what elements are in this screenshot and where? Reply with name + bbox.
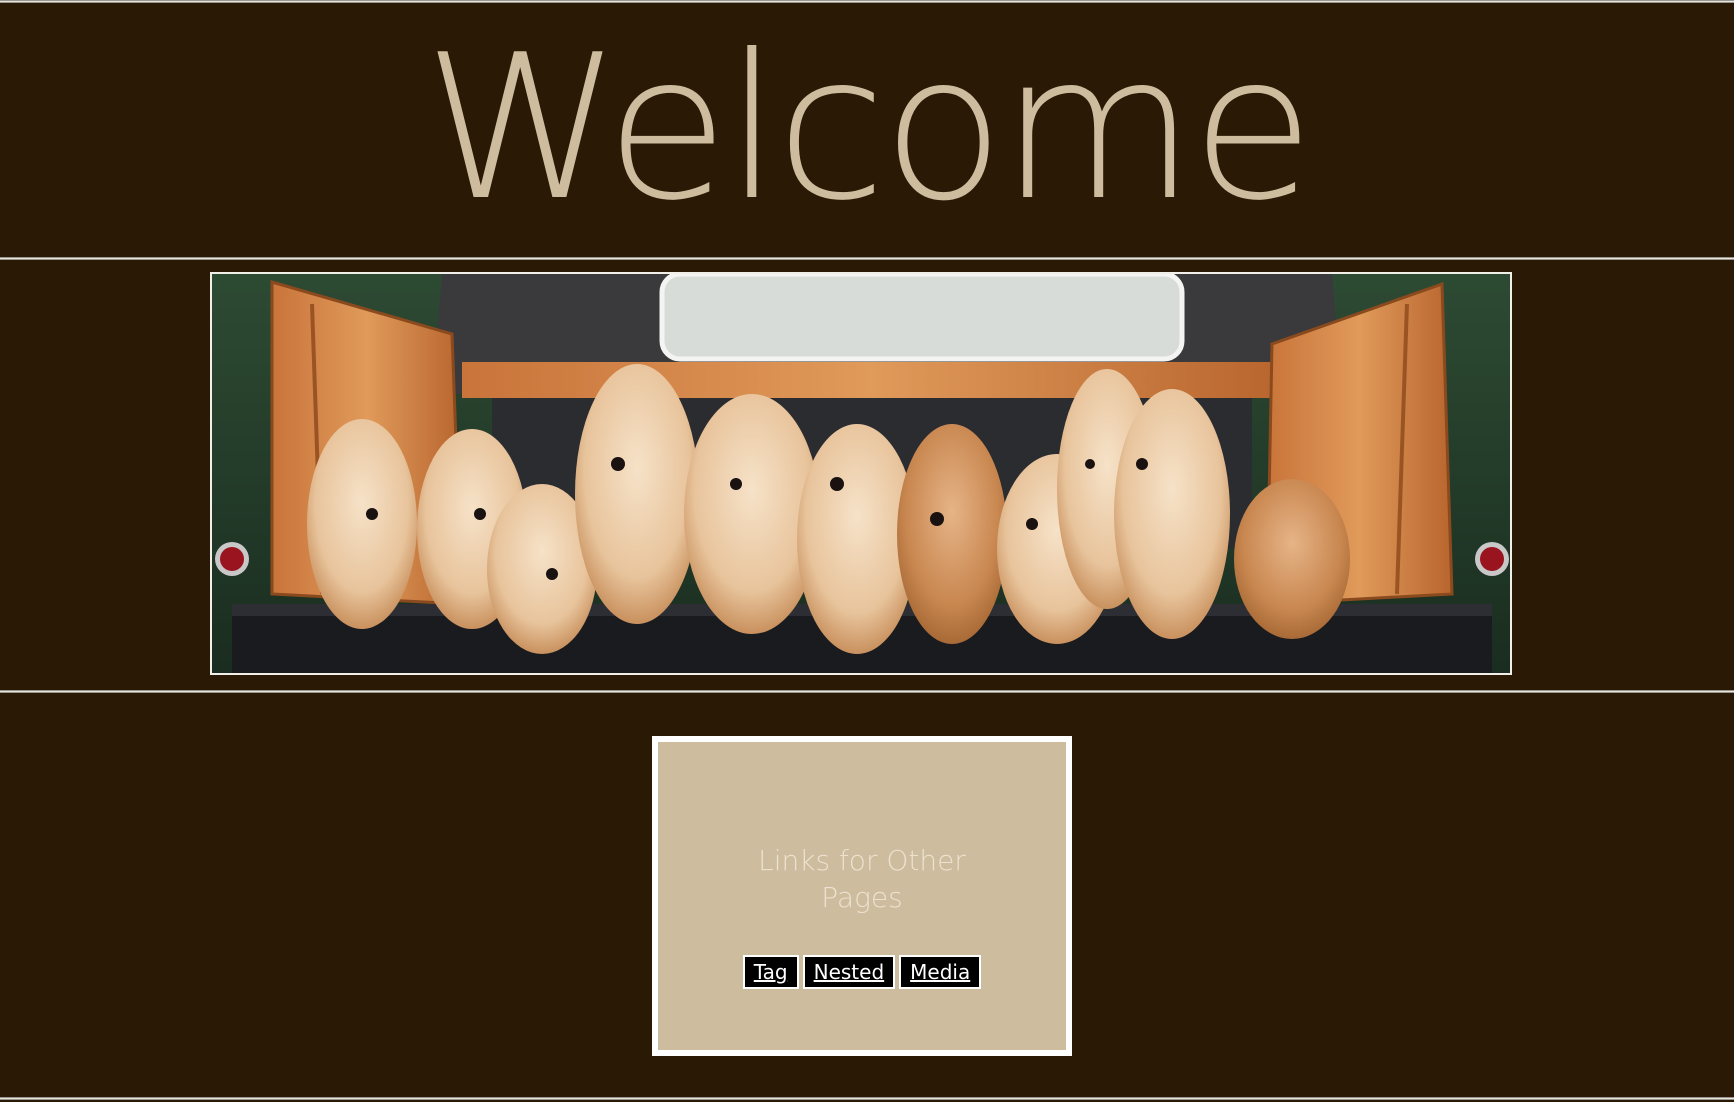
top-divider — [0, 0, 1734, 3]
tag-link[interactable]: Tag — [742, 955, 799, 989]
media-link[interactable]: Media — [899, 955, 982, 989]
header: Welcome — [0, 5, 1734, 258]
links-title: Links for Other Pages — [758, 844, 966, 914]
links-panel: Links for Other Pages Tag Nested Media — [652, 736, 1072, 1056]
banner-divider — [0, 690, 1734, 693]
nested-link[interactable]: Nested — [802, 955, 896, 989]
header-divider — [0, 257, 1734, 260]
puppies-photo-icon — [212, 274, 1510, 673]
bottom-divider — [0, 1097, 1734, 1100]
links-panel-inner: Links for Other Pages Tag Nested Media — [657, 741, 1067, 1051]
links-row: Tag Nested Media — [658, 955, 1066, 989]
page: Welcome Links for Other Pages Tag Nested… — [0, 0, 1734, 1102]
banner-image — [210, 272, 1512, 675]
page-title: Welcome — [423, 11, 1315, 245]
